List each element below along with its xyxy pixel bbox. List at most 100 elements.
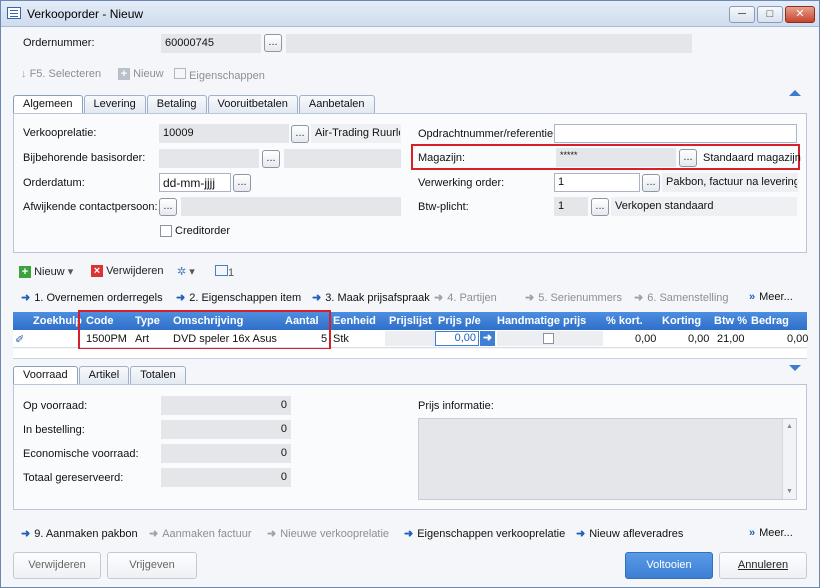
col-prijs[interactable]: Prijs p/e — [438, 315, 481, 327]
basisorder-lookup-button[interactable]: ... — [262, 150, 280, 168]
grid-settings-icon: ✲ — [177, 266, 187, 278]
delete-button[interactable]: Verwijderen — [13, 552, 101, 579]
action-arrow-icon: ➜ — [576, 528, 586, 540]
prijs-info-scrollbar[interactable]: ▲ ▼ — [782, 419, 796, 499]
action-eigenschappen-relatie[interactable]: ➜ Eigenschappen verkooprelatie — [404, 527, 565, 540]
collapse-up-icon[interactable] — [789, 90, 801, 96]
ordernummer-lookup-button[interactable]: ... — [264, 34, 282, 52]
verkooprelatie-field[interactable]: 10009 — [159, 124, 289, 143]
creditorder-checkbox[interactable] — [160, 225, 172, 237]
close-button[interactable]: ✕ — [785, 6, 815, 23]
tab-vooruitbetalen[interactable]: Vooruitbetalen — [207, 95, 298, 113]
tab-levering[interactable]: Levering — [83, 95, 146, 113]
tab-betaling[interactable]: Betaling — [146, 95, 207, 113]
plus-icon: + — [19, 266, 31, 278]
window-title: Verkooporder - Nieuw — [27, 7, 144, 21]
tab-aanbetalen[interactable]: Aanbetalen — [298, 95, 375, 113]
step-1[interactable]: ➜ 1. Overnemen orderregels — [21, 291, 163, 304]
action-nieuwe-relatie[interactable]: ➜ Nieuwe verkooprelatie — [267, 527, 389, 540]
basisorder-field[interactable] — [159, 149, 259, 168]
btw-field[interactable]: 1 — [554, 197, 588, 216]
price-arrow-icon[interactable]: ➜ — [480, 331, 495, 346]
scroll-up-arrow-icon[interactable]: ▲ — [786, 423, 793, 430]
verwerking-lookup-button[interactable]: ... — [642, 174, 660, 192]
step-4[interactable]: ➜ 4. Partijen — [434, 291, 497, 304]
magazijn-lookup-button[interactable]: ... — [679, 149, 697, 167]
step-3[interactable]: ➜ 3. Maak prijsafspraak — [312, 291, 430, 304]
select-button[interactable]: ↓ F5. Selecteren — [21, 68, 101, 80]
cell-korting[interactable]: 0,00 — [688, 333, 709, 345]
in-bestelling-label: In bestelling: — [23, 424, 85, 436]
magazijn-field[interactable]: ***** — [556, 148, 676, 167]
collapse-down-icon[interactable] — [789, 365, 801, 371]
line-delete-button[interactable]: × Verwijderen — [91, 265, 164, 277]
steps-more[interactable]: » Meer... — [749, 291, 793, 303]
basisorder-label: Bijbehorende basisorder: — [23, 152, 146, 164]
ordernummer-field[interactable]: 60000745 — [161, 34, 261, 53]
step-6[interactable]: ➜ 6. Samenstelling — [634, 291, 729, 304]
col-eenheid[interactable]: Eenheid — [333, 315, 376, 327]
orderdatum-field[interactable]: dd-mm-jjjj — [159, 173, 231, 192]
economisch-value: 0 — [161, 444, 291, 463]
col-prijslijst[interactable]: Prijslijst — [389, 315, 432, 327]
cell-prijslijst[interactable] — [385, 331, 435, 346]
tab-artikel[interactable]: Artikel — [78, 366, 130, 384]
tab-algemeen[interactable]: Algemeen — [13, 95, 83, 114]
tab-totalen[interactable]: Totalen — [130, 366, 186, 384]
handmatige-prijs-checkbox[interactable] — [543, 333, 554, 344]
verwerking-field[interactable]: 1 — [554, 173, 640, 192]
cell-prijs[interactable]: 0,00 — [435, 331, 479, 346]
line-new-button[interactable]: + Nieuw ▾ — [19, 265, 73, 278]
line-new-label: Nieuw — [34, 266, 65, 278]
cell-eenheid[interactable]: Stk — [333, 333, 349, 345]
tab-voorraad[interactable]: Voorraad — [13, 366, 78, 385]
new-label: Nieuw — [133, 68, 164, 80]
actions-more[interactable]: » Meer... — [749, 527, 793, 539]
step-arrow-icon: ➜ — [176, 292, 186, 304]
minimize-button[interactable]: ─ — [729, 6, 755, 23]
orderdatum-picker-button[interactable]: ... — [233, 174, 251, 192]
step-2[interactable]: ➜ 2. Eigenschappen item — [176, 291, 301, 304]
action-pakbon[interactable]: ➜ 9. Aanmaken pakbon — [21, 527, 138, 540]
verwerking-label: Verwerking order: — [418, 177, 505, 189]
action-factuur[interactable]: ➜ Aanmaken factuur — [149, 527, 252, 540]
finish-button[interactable]: Voltooien — [625, 552, 713, 579]
totaal-gereserveerd-label: Totaal gereserveerd: — [23, 472, 124, 484]
col-korting[interactable]: Korting — [662, 315, 701, 327]
op-voorraad-label: Op voorraad: — [23, 400, 88, 412]
btw-lookup-button[interactable]: ... — [591, 198, 609, 216]
maximize-button[interactable]: □ — [757, 6, 783, 23]
opdracht-field[interactable] — [554, 124, 797, 143]
scroll-down-arrow-icon[interactable]: ▼ — [786, 488, 793, 495]
step-5[interactable]: ➜ 5. Serienummers — [525, 291, 622, 304]
action-factuur-label: Aanmaken factuur — [162, 528, 252, 540]
properties-button[interactable]: Eigenschappen — [174, 68, 265, 82]
verkooprelatie-lookup-button[interactable]: ... — [291, 125, 309, 143]
contact-lookup-button[interactable]: ... — [159, 198, 177, 216]
cell-bedrag[interactable]: 0,00 — [787, 333, 808, 345]
col-btw[interactable]: Btw % — [714, 315, 747, 327]
cell-btw[interactable]: 21,00 — [717, 333, 745, 345]
double-chevron-icon: » — [749, 527, 756, 539]
col-zoekhulp[interactable]: Zoekhulp — [33, 315, 82, 327]
btw-name: Verkopen standaard — [611, 197, 797, 216]
col-bedrag[interactable]: Bedrag — [751, 315, 789, 327]
col-handmatig[interactable]: Handmatige prijs — [497, 315, 586, 327]
detail-tabs: Voorraad Artikel Totalen — [13, 366, 187, 385]
step-arrow-icon: ➜ — [312, 292, 322, 304]
action-afleveradres[interactable]: ➜ Nieuw afleveradres — [576, 527, 683, 540]
orderdatum-label: Orderdatum: — [23, 177, 85, 189]
magazijn-name: Standaard magazijn — [703, 152, 801, 164]
step-3-label: 3. Maak prijsafspraak — [325, 292, 430, 304]
col-kort[interactable]: % kort. — [606, 315, 643, 327]
action-arrow-icon: ➜ — [267, 528, 277, 540]
cell-kort[interactable]: 0,00 — [635, 333, 656, 345]
step-4-label: 4. Partijen — [447, 292, 497, 304]
sales-order-window: Verkooporder - Nieuw ─ □ ✕ Ordernummer: … — [0, 0, 820, 588]
new-button[interactable]: + Nieuw — [118, 68, 164, 80]
release-button[interactable]: Vrijgeven — [107, 552, 197, 579]
cancel-button[interactable]: Annuleren — [719, 552, 807, 579]
line-delete-label: Verwijderen — [106, 265, 164, 277]
grid-settings-button[interactable]: ✲ ▾ — [177, 265, 195, 278]
calendar-count-button[interactable]: 1 — [215, 265, 234, 279]
